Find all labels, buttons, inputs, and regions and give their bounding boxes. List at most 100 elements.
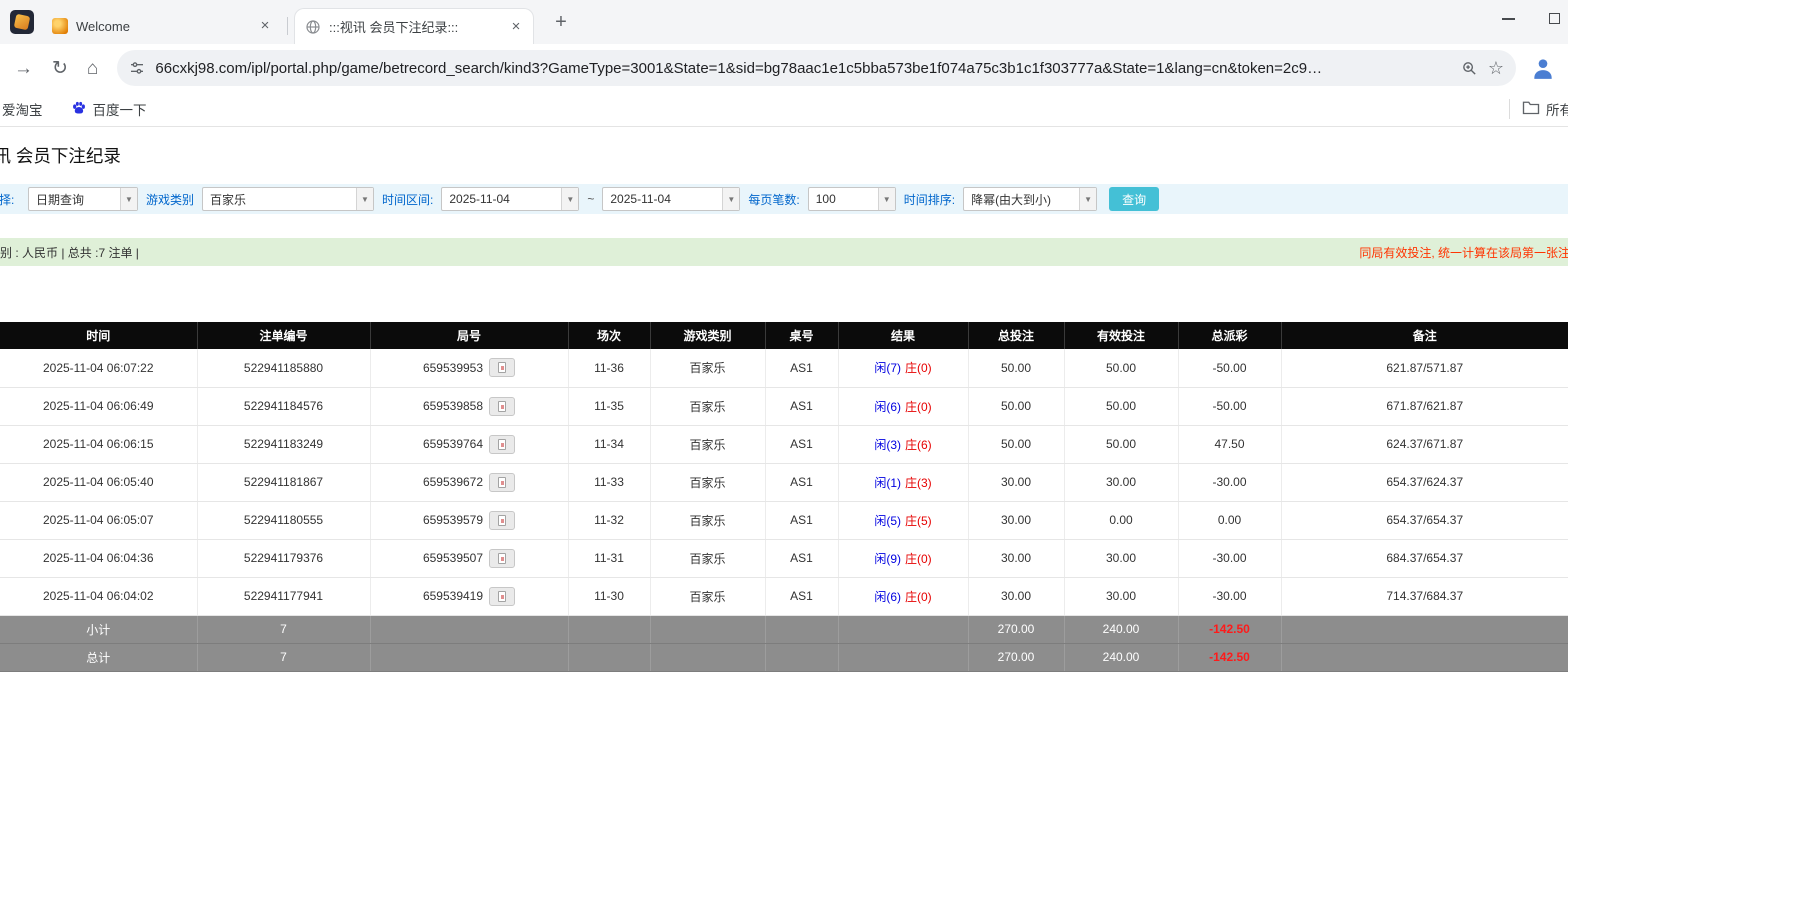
sort-label: 时间排序: bbox=[903, 192, 956, 207]
cell-total-bet[interactable]: 30.00 bbox=[968, 577, 1065, 616]
home-icon[interactable]: ⌂ bbox=[87, 59, 98, 78]
globe-icon bbox=[305, 19, 321, 35]
cell-bet-id: 522941183249 bbox=[197, 425, 371, 464]
sort-select[interactable]: 降幂(由大到小) ▼ bbox=[963, 187, 1098, 211]
bookmarks-bar: 爱淘宝 百度一下 所有书签 bbox=[0, 92, 1568, 127]
site-settings-icon[interactable] bbox=[129, 60, 145, 76]
cell-bet-id: 522941179376 bbox=[197, 539, 371, 578]
bookmarks-divider bbox=[1509, 99, 1510, 119]
card-preview-icon[interactable] bbox=[489, 510, 516, 530]
cell-total-bet[interactable]: 50.00 bbox=[968, 425, 1065, 464]
url-text[interactable]: 66cxkj98.com/ipl/portal.php/game/betreco… bbox=[155, 60, 1450, 77]
card-preview-icon[interactable] bbox=[489, 396, 516, 416]
cell-total-bet[interactable]: 30.00 bbox=[968, 501, 1065, 540]
cell-note: 671.87/621.87 bbox=[1281, 387, 1568, 426]
reload-icon[interactable]: ↻ bbox=[52, 59, 68, 78]
search-type-select[interactable]: 日期查询 ▼ bbox=[28, 187, 138, 211]
maximize-button[interactable] bbox=[1549, 13, 1560, 24]
bookmarks-folder-icon[interactable] bbox=[1522, 100, 1540, 118]
cell-session: 11-34 bbox=[568, 425, 651, 464]
bookmark-aitaobao[interactable]: 爱淘宝 bbox=[2, 99, 43, 119]
result-player: 闲(6) bbox=[874, 399, 901, 414]
cell-time: 2025-11-04 06:06:49 bbox=[0, 387, 198, 426]
card-preview-icon[interactable] bbox=[489, 358, 516, 378]
tab-betrecord[interactable]: :::视讯 会员下注纪录::: × bbox=[294, 8, 534, 44]
bookmark-baidu[interactable]: 百度一下 bbox=[71, 99, 147, 119]
profile-avatar[interactable] bbox=[1528, 53, 1558, 83]
card-preview-icon[interactable] bbox=[489, 434, 516, 454]
cell-table-no: AS1 bbox=[765, 387, 839, 426]
cell-total-bet[interactable]: 30.00 bbox=[968, 539, 1065, 578]
table-header-row: 时间 注单编号 局号 场次 游戏类别 桌号 结果 总投注 有效投注 总派彩 备注 bbox=[0, 322, 1568, 349]
round-number: 659539419 bbox=[422, 589, 484, 603]
chevron-down-icon: ▼ bbox=[877, 188, 895, 210]
cell-payout: 0.00 bbox=[1178, 501, 1282, 540]
search-type-label: 查询选择: bbox=[0, 192, 15, 207]
subtotal-payout: -142.50 bbox=[1178, 615, 1282, 644]
date-range-label: 时间区间: bbox=[382, 192, 434, 207]
round-number: 659539764 bbox=[422, 437, 484, 451]
result-player: 闲(9) bbox=[874, 551, 901, 566]
column-header-valid-bet: 有效投注 bbox=[1064, 322, 1179, 349]
bookmarks-folder-label[interactable]: 所有书签 bbox=[1546, 99, 1568, 119]
cell-payout: -30.00 bbox=[1178, 577, 1282, 616]
cell-note: 621.87/571.87 bbox=[1281, 349, 1568, 388]
bookmark-star-icon[interactable]: ☆ bbox=[1488, 58, 1504, 79]
cell-table-no: AS1 bbox=[765, 539, 839, 578]
cell-result: 闲(3) 庄(6) bbox=[838, 425, 969, 464]
tab-close-icon[interactable]: × bbox=[507, 18, 525, 36]
betting-records-table: 时间 注单编号 局号 场次 游戏类别 桌号 结果 总投注 有效投注 总派彩 备注… bbox=[0, 322, 1568, 672]
tab-close-icon[interactable]: × bbox=[256, 17, 274, 35]
zoom-icon[interactable] bbox=[1461, 60, 1478, 77]
subtotal-label: 小计 bbox=[0, 615, 198, 644]
subtotal-total-bet: 270.00 bbox=[968, 615, 1065, 644]
cell-total-bet[interactable]: 30.00 bbox=[968, 463, 1065, 502]
card-preview-icon[interactable] bbox=[489, 586, 516, 606]
cell-note: 654.37/624.37 bbox=[1281, 463, 1568, 502]
cell-game-type: 百家乐 bbox=[650, 425, 766, 464]
result-banker: 庄(5) bbox=[905, 513, 932, 528]
date-to-select[interactable]: 2025-11-04 ▼ bbox=[602, 187, 741, 211]
forward-icon[interactable]: → bbox=[14, 59, 33, 78]
welcome-tab-favicon bbox=[52, 18, 68, 34]
url-bar[interactable]: 66cxkj98.com/ipl/portal.php/game/betreco… bbox=[117, 50, 1516, 86]
chevron-down-icon: ▼ bbox=[1079, 188, 1097, 210]
minimize-button[interactable] bbox=[1502, 17, 1515, 20]
cell-table-no: AS1 bbox=[765, 425, 839, 464]
cell-payout: -30.00 bbox=[1178, 463, 1282, 502]
cell-game-type: 百家乐 bbox=[650, 539, 766, 578]
total-payout: -142.50 bbox=[1178, 643, 1282, 672]
cell-note: 714.37/684.37 bbox=[1281, 577, 1568, 616]
cell-round: 659539507 bbox=[370, 539, 569, 578]
cell-note: 624.37/671.87 bbox=[1281, 425, 1568, 464]
card-preview-icon[interactable] bbox=[489, 548, 516, 568]
page-size-select[interactable]: 100 ▼ bbox=[807, 187, 896, 211]
cell-game-type: 百家乐 bbox=[650, 349, 766, 388]
cell-valid-bet: 50.00 bbox=[1064, 349, 1179, 388]
cell-total-bet[interactable]: 50.00 bbox=[968, 387, 1065, 426]
bookmark-label: 百度一下 bbox=[92, 103, 147, 118]
summary-left-text: 币别 : 人民币 | 总共 :7 注单 | bbox=[0, 245, 139, 260]
card-preview-icon[interactable] bbox=[489, 472, 516, 492]
cell-round: 659539953 bbox=[370, 349, 569, 388]
tab-welcome[interactable]: Welcome × bbox=[42, 8, 288, 44]
browser-window: Welcome × :::视讯 会员下注纪录::: × + → ↻ ⌂ 66cx… bbox=[0, 0, 1568, 672]
cell-session: 11-31 bbox=[568, 539, 651, 578]
result-banker: 庄(0) bbox=[905, 589, 932, 604]
cell-result: 闲(6) 庄(0) bbox=[838, 387, 969, 426]
column-header-table-no: 桌号 bbox=[765, 322, 839, 349]
cell-table-no: AS1 bbox=[765, 463, 839, 502]
cell-valid-bet: 50.00 bbox=[1064, 425, 1179, 464]
new-tab-button[interactable]: + bbox=[548, 10, 574, 36]
column-header-time: 时间 bbox=[0, 322, 198, 349]
cell-game-type: 百家乐 bbox=[650, 501, 766, 540]
cell-note: 684.37/654.37 bbox=[1281, 539, 1568, 578]
search-button[interactable]: 查询 bbox=[1109, 187, 1160, 211]
game-type-select[interactable]: 百家乐 ▼ bbox=[202, 187, 375, 211]
cell-result: 闲(9) 庄(0) bbox=[838, 539, 969, 578]
cell-time: 2025-11-04 06:05:07 bbox=[0, 501, 198, 540]
date-from-select[interactable]: 2025-11-04 ▼ bbox=[441, 187, 580, 211]
chevron-down-icon: ▼ bbox=[356, 188, 374, 210]
cell-total-bet[interactable]: 50.00 bbox=[968, 349, 1065, 388]
cell-round: 659539764 bbox=[370, 425, 569, 464]
